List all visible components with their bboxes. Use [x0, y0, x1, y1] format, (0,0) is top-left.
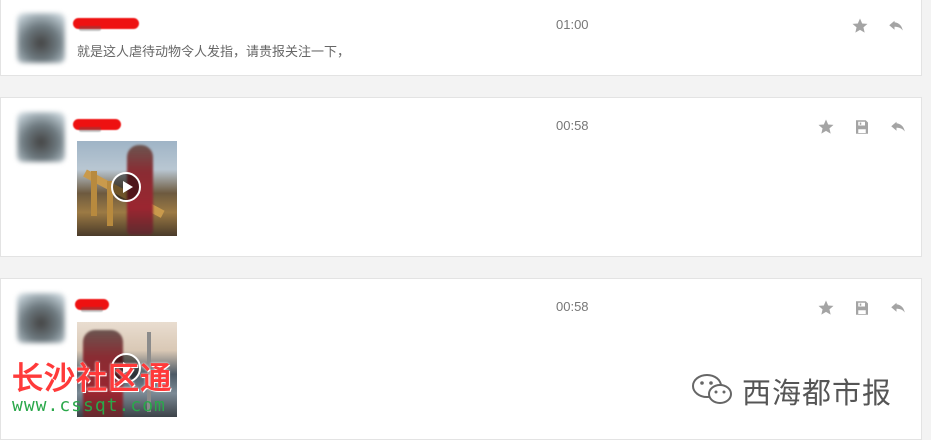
star-icon[interactable]	[817, 118, 835, 136]
watermark-cssqt: 长沙社区通 www.cssqt.com	[12, 362, 212, 422]
wechat-icon	[690, 371, 734, 412]
watermark-url: www.cssqt.com	[12, 395, 166, 416]
play-icon[interactable]	[111, 172, 141, 202]
message-text: 就是这人虐待动物令人发指，请贵报关注一下，	[77, 45, 351, 60]
message-item: 00:58	[0, 97, 922, 257]
avatar[interactable]	[17, 293, 65, 343]
avatar[interactable]	[17, 13, 65, 63]
reply-icon[interactable]	[889, 118, 907, 136]
railing-post	[91, 171, 97, 216]
redacted-sender-name	[75, 299, 109, 312]
watermark-xhdsb: 西海都市报	[690, 370, 892, 412]
watermark-title: 长沙社区通	[12, 361, 172, 397]
star-icon[interactable]	[817, 299, 835, 317]
redacted-sender-name	[73, 18, 139, 31]
avatar[interactable]	[17, 112, 65, 162]
video-thumbnail[interactable]	[77, 141, 177, 236]
star-icon[interactable]	[851, 17, 869, 35]
message-item: 01:00 就是这人虐待动物令人发指，请贵报关注一下，	[0, 0, 922, 76]
save-icon[interactable]	[853, 299, 871, 317]
reply-icon[interactable]	[887, 17, 905, 35]
message-time: 00:58	[556, 118, 589, 133]
message-time: 00:58	[556, 299, 589, 314]
reply-icon[interactable]	[889, 299, 907, 317]
save-icon[interactable]	[853, 118, 871, 136]
message-time: 01:00	[556, 17, 589, 32]
redacted-sender-name	[73, 119, 121, 132]
watermark-text: 西海都市报	[742, 376, 893, 410]
